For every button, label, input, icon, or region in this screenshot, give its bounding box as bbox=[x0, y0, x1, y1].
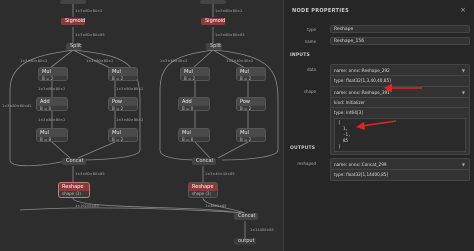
data-label: data bbox=[306, 67, 316, 72]
name-field: Reshape_156 bbox=[330, 37, 470, 45]
mul-node[interactable]: Mul B = 2 bbox=[236, 67, 266, 81]
inputs-heading: INPUTS bbox=[290, 53, 310, 58]
expand-icon[interactable]: ▼ bbox=[462, 67, 465, 74]
top-node-right[interactable] bbox=[200, 0, 226, 4]
edge-label: 1×3×80×80×85 bbox=[215, 33, 245, 37]
edge-label: 1×3×80×80×85 bbox=[75, 172, 105, 176]
edge-label: 1×14400×85 bbox=[250, 228, 274, 232]
node-properties-panel: NODE PROPERTIES × type Reshape name Resh… bbox=[283, 0, 474, 251]
shape-label: shape bbox=[303, 89, 316, 94]
name-label: name bbox=[304, 39, 316, 44]
edge-label: 1×19200×85 bbox=[75, 204, 99, 208]
mul-node[interactable]: Mul B = 2 bbox=[38, 67, 68, 81]
reshaped-label: reshaped bbox=[297, 161, 316, 166]
mul-node[interactable]: Mul B = 2 bbox=[236, 128, 266, 142]
shape-input-card: name: onnx::Reshape_391 kind: Initialize… bbox=[330, 86, 470, 155]
mul-node[interactable]: Mul B = 2 bbox=[180, 67, 210, 81]
shape-type: type: int64[3] bbox=[334, 110, 363, 115]
annotation-arrow bbox=[356, 120, 397, 130]
data-name: name: onnx::Reshape_292 bbox=[334, 68, 390, 73]
mul-node[interactable]: Mul B = 8 bbox=[178, 128, 210, 142]
annotation-arrow bbox=[384, 83, 422, 93]
pow-node[interactable]: Pow B = 2 bbox=[236, 97, 266, 111]
shape-value-code: [ 1, -1, 85 ] bbox=[334, 118, 466, 152]
close-icon[interactable]: × bbox=[460, 6, 466, 14]
sigmoid-node-left[interactable]: Sigmoid bbox=[61, 18, 85, 25]
sigmoid-node-right[interactable]: Sigmoid bbox=[201, 18, 225, 25]
edge-label: 1×3×80×80×2 bbox=[86, 59, 114, 63]
edge-label: 1×3×40×40×2 bbox=[160, 59, 188, 63]
reshape-node-right[interactable]: Reshape shape ⟨3⟩ bbox=[188, 182, 218, 198]
edge-label: 1×3×80×80×2 bbox=[215, 9, 243, 13]
output-card: name: onnx::Concat_299 type: float32[1,1… bbox=[330, 158, 470, 181]
edge-label: 1×3×80×80×81 bbox=[2, 104, 32, 108]
expand-icon[interactable]: ▼ bbox=[462, 89, 465, 96]
panel-title: NODE PROPERTIES bbox=[292, 8, 349, 14]
graph-canvas[interactable]: 1×3×80×80×2 1×3×80×80×2 Sigmoid Sigmoid … bbox=[0, 0, 283, 251]
concat-node-right[interactable]: Concat bbox=[192, 158, 216, 165]
edge-label: 1×3×80×80×2 bbox=[38, 118, 66, 122]
edge-label: 1×3×80×80×2 bbox=[116, 118, 144, 122]
concat-node-left[interactable]: Concat bbox=[62, 158, 86, 165]
expand-icon[interactable]: ▼ bbox=[462, 161, 465, 168]
mul-node[interactable]: Mul B = 2 bbox=[108, 67, 138, 81]
edge-label: 1×3×80×80×85 bbox=[75, 33, 105, 37]
edge-label: 1×3×40×40×85 bbox=[205, 172, 235, 176]
mul-node[interactable]: Mul B = 2 bbox=[108, 128, 138, 142]
mul-node[interactable]: Mul B = 8 bbox=[36, 128, 68, 142]
edge-label: 1×3×80×80×2 bbox=[75, 9, 103, 13]
concat-node-final[interactable]: Concat bbox=[234, 213, 258, 220]
edge-label: 1×3×40×40×2 bbox=[226, 59, 254, 63]
edge-label: 1×3×80×80×2 bbox=[116, 87, 144, 91]
top-node-left[interactable] bbox=[60, 0, 86, 4]
split-node-left[interactable]: Split bbox=[66, 43, 82, 50]
add-node[interactable]: Add B = 0 bbox=[178, 97, 210, 111]
pow-node[interactable]: Pow B = 2 bbox=[108, 97, 138, 111]
edge-label: 1×3×80×80×2 bbox=[38, 87, 66, 91]
type-field: Reshape bbox=[330, 25, 470, 33]
output-name: name: onnx::Concat_299 bbox=[334, 162, 387, 167]
edge-label: 1×3×80×80×2 bbox=[20, 59, 48, 63]
output-type: type: float32[1,14400,85] bbox=[334, 172, 389, 177]
reshape-node-left[interactable]: Reshape shape ⟨3⟩ bbox=[58, 182, 90, 198]
edge-label: 1×4800×85 bbox=[205, 204, 227, 208]
outputs-heading: OUTPUTS bbox=[290, 146, 316, 151]
output-node[interactable]: output bbox=[234, 238, 256, 245]
type-label: type bbox=[307, 27, 316, 32]
split-node-right[interactable]: Split bbox=[206, 43, 222, 50]
shape-kind: kind: Initializer bbox=[334, 100, 365, 105]
add-node[interactable]: Add B = 0 bbox=[36, 97, 68, 111]
